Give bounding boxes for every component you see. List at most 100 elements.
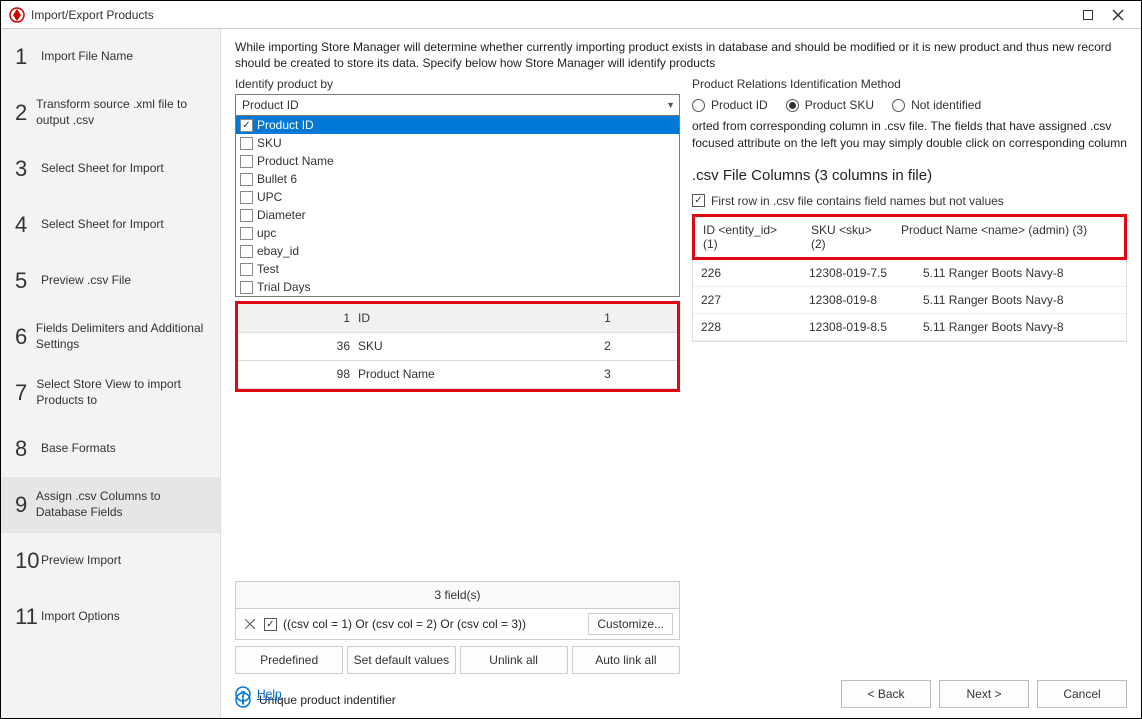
dropdown-item[interactable]: Test (236, 260, 679, 278)
mapping-table: 1ID1 36SKU2 98Product Name3 (238, 304, 677, 389)
radio-icon (892, 99, 905, 112)
identify-combo[interactable]: Product ID ▼ (235, 94, 680, 116)
csv-header[interactable]: ID <entity_id> (1) (703, 223, 793, 251)
clear-filter-button[interactable] (242, 616, 258, 632)
window-controls (1073, 4, 1133, 26)
step-5[interactable]: 5Preview .csv File (1, 253, 220, 309)
csv-cell: 5.11 Ranger Boots Navy-8 (923, 320, 1118, 334)
csv-cell: 227 (701, 293, 791, 307)
step-7[interactable]: 7Select Store View to import Products to (1, 365, 220, 421)
csv-header[interactable]: Product Name <name> (admin) (3) (901, 223, 1116, 251)
dropdown-item-label: Trial Days (257, 280, 311, 294)
radio-icon (692, 99, 705, 112)
dropdown-item[interactable]: Bullet 6 (236, 170, 679, 188)
set-default-values-button[interactable]: Set default values (347, 646, 455, 674)
checkbox-icon (240, 263, 253, 276)
window-title: Import/Export Products (31, 8, 1073, 22)
dropdown-item[interactable]: SKU (236, 134, 679, 152)
csv-row[interactable]: 22612308-019-7.55.11 Ranger Boots Navy-8 (693, 260, 1126, 287)
radio-label: Product ID (711, 98, 768, 112)
filter-checkbox[interactable]: ✓ (264, 618, 277, 631)
step-number: 4 (15, 212, 41, 238)
dropdown-item-label: Product ID (257, 118, 314, 132)
relations-radiogroup: Product ID Product SKU Not identified (692, 98, 1127, 112)
csv-preview-table: 22612308-019-7.55.11 Ranger Boots Navy-8… (692, 260, 1127, 342)
radio-label: Not identified (911, 98, 981, 112)
customize-button[interactable]: Customize... (588, 613, 673, 635)
mapping-name: SKU (358, 332, 538, 360)
step-number: 10 (15, 548, 41, 574)
step-10[interactable]: 10Preview Import (1, 533, 220, 589)
wizard-content: While importing Store Manager will deter… (221, 29, 1141, 718)
checkbox-icon (240, 281, 253, 294)
auto-link-all-button[interactable]: Auto link all (572, 646, 680, 674)
dropdown-item-label: upc (257, 226, 276, 240)
step-3[interactable]: 3Select Sheet for Import (1, 141, 220, 197)
app-icon (9, 7, 25, 23)
help-link[interactable]: ? Help (235, 686, 282, 702)
step-4[interactable]: 4Select Sheet for Import (1, 197, 220, 253)
csv-cell: 12308-019-8 (809, 293, 905, 307)
dropdown-item[interactable]: UPC (236, 188, 679, 206)
filter-bar: ✓ ((csv col = 1) Or (csv col = 2) Or (cs… (235, 609, 680, 640)
mapping-idx: 36 (238, 332, 358, 360)
cancel-button[interactable]: Cancel (1037, 680, 1127, 708)
step-label: Select Store View to import Products to (36, 377, 212, 408)
step-label: Fields Delimiters and Additional Setting… (36, 321, 212, 352)
mapping-row[interactable]: 36SKU2 (238, 332, 677, 360)
titlebar: Import/Export Products (1, 1, 1141, 29)
maximize-button[interactable] (1073, 4, 1103, 26)
step-11[interactable]: 11Import Options (1, 589, 220, 645)
step-label: Base Formats (41, 441, 120, 457)
mapping-col: 3 (538, 360, 677, 388)
step-1[interactable]: 1Import File Name (1, 29, 220, 85)
step-2[interactable]: 2Transform source .xml file to output .c… (1, 85, 220, 141)
step-number: 6 (15, 324, 36, 350)
mapping-row[interactable]: 1ID1 (238, 304, 677, 332)
mapping-row[interactable]: 98Product Name3 (238, 360, 677, 388)
identify-combo-value: Product ID (242, 98, 299, 112)
radio-product-id[interactable]: Product ID (692, 98, 768, 112)
csv-row[interactable]: 22712308-019-85.11 Ranger Boots Navy-8 (693, 287, 1126, 314)
checkbox-icon (240, 191, 253, 204)
checkbox-icon (240, 227, 253, 240)
svg-text:?: ? (240, 690, 246, 701)
step-label: Select Sheet for Import (41, 217, 168, 233)
step-number: 2 (15, 100, 36, 126)
step-8[interactable]: 8Base Formats (1, 421, 220, 477)
dropdown-item[interactable]: Diameter (236, 206, 679, 224)
next-button[interactable]: Next > (939, 680, 1029, 708)
predefined-button[interactable]: Predefined (235, 646, 343, 674)
checkbox-icon (240, 155, 253, 168)
step-6[interactable]: 6Fields Delimiters and Additional Settin… (1, 309, 220, 365)
step-label: Import Options (41, 609, 124, 625)
close-icon (1112, 9, 1124, 21)
radio-not-identified[interactable]: Not identified (892, 98, 981, 112)
step-label: Import File Name (41, 49, 137, 65)
maximize-icon (1083, 10, 1093, 20)
dropdown-item[interactable]: upc (236, 224, 679, 242)
help-label: Help (257, 687, 282, 701)
checkbox-icon (240, 137, 253, 150)
dropdown-item[interactable]: Product Name (236, 152, 679, 170)
step-9[interactable]: 9Assign .csv Columns to Database Fields (1, 477, 220, 533)
first-row-checkbox-row[interactable]: ✓ First row in .csv file contains field … (692, 194, 1127, 208)
first-row-checkbox[interactable]: ✓ (692, 194, 705, 207)
mapping-table-highlight: 1ID1 36SKU2 98Product Name3 (235, 301, 680, 392)
dropdown-item[interactable]: ✓Product ID (236, 116, 679, 134)
field-count-label: 3 field(s) (235, 581, 680, 609)
step-label: Preview .csv File (41, 273, 135, 289)
help-icon: ? (235, 686, 251, 702)
unlink-all-button[interactable]: Unlink all (460, 646, 568, 674)
back-button[interactable]: < Back (841, 680, 931, 708)
dropdown-item[interactable]: Trial Days (236, 278, 679, 296)
close-button[interactable] (1103, 4, 1133, 26)
identify-dropdown: ✓Product ID SKU Product Name Bullet 6 UP… (235, 116, 680, 297)
mapping-name: Product Name (358, 360, 538, 388)
radio-product-sku[interactable]: Product SKU (786, 98, 874, 112)
dropdown-item[interactable]: ebay_id (236, 242, 679, 260)
step-number: 3 (15, 156, 41, 182)
step-number: 7 (15, 380, 36, 406)
csv-header[interactable]: SKU <sku> (2) (811, 223, 883, 251)
csv-row[interactable]: 22812308-019-8.55.11 Ranger Boots Navy-8 (693, 314, 1126, 341)
